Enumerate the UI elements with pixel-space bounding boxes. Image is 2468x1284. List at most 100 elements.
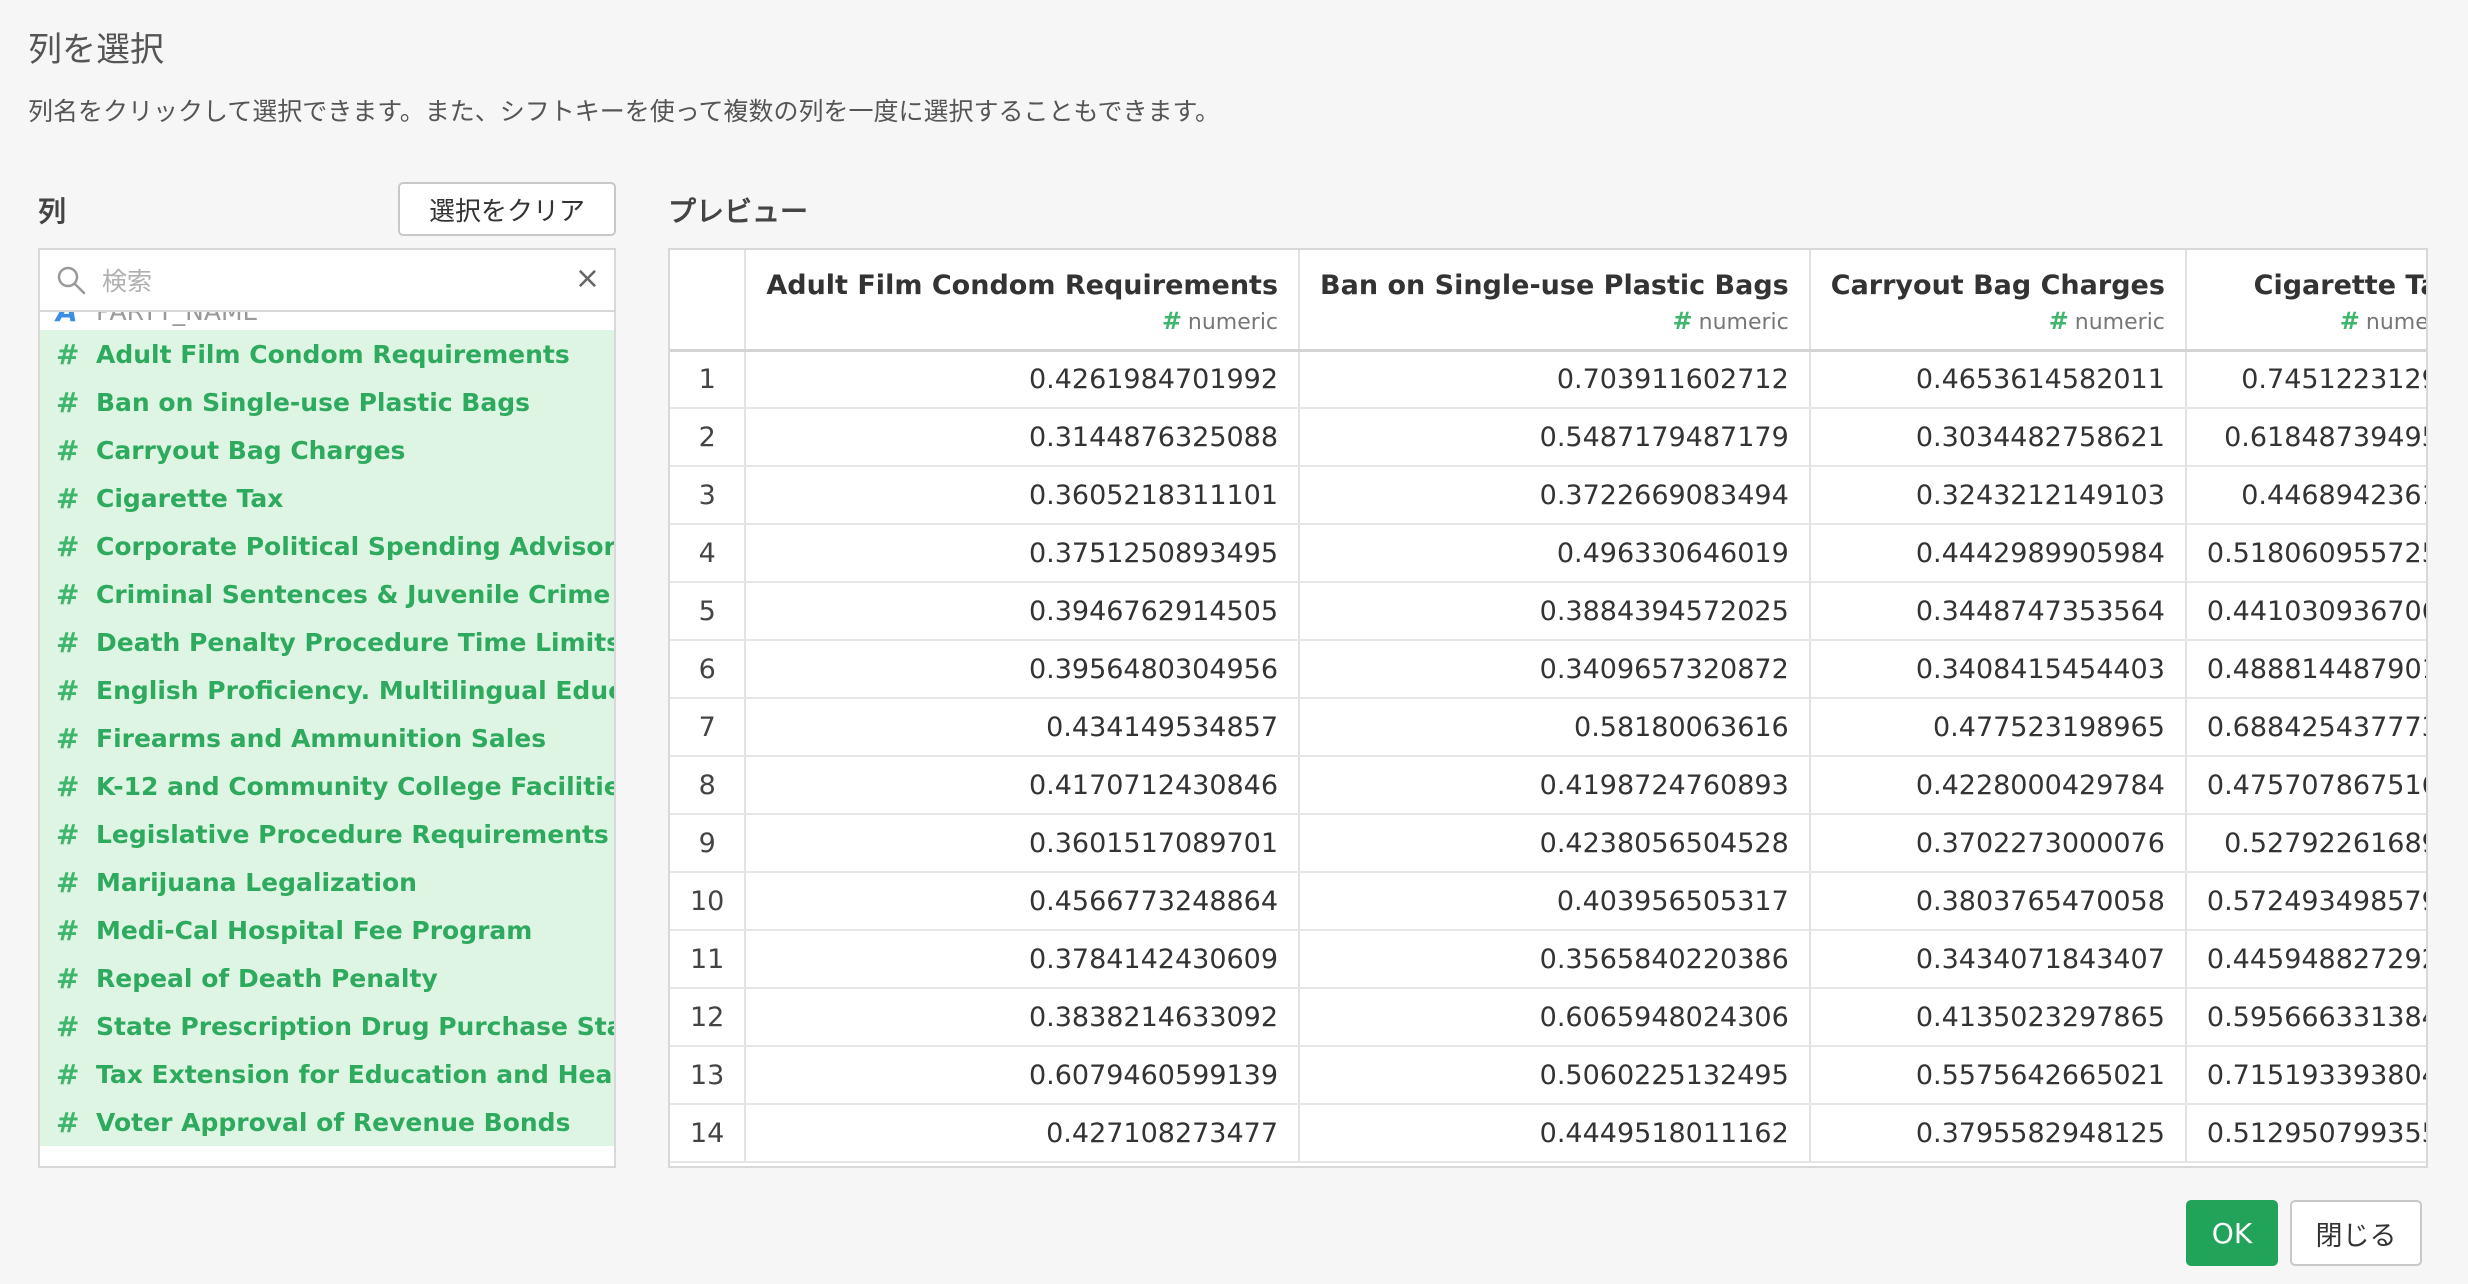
row-index-cell: 14 (670, 1104, 747, 1163)
table-cell: 0.4459488272921 (2185, 930, 2426, 989)
table-cell: 0.5956663313841 (2185, 988, 2426, 1047)
numeric-type-icon: # (56, 481, 80, 515)
table-cell: 0.5575642665021 (1809, 1046, 2187, 1105)
column-item-party-name[interactable]: A PARTY_NAME (40, 312, 614, 330)
column-item-label: Adult Film Condom Requirements (96, 339, 570, 369)
table-cell: 0.3409657320872 (1299, 640, 1811, 699)
table-cell: 0.7151933938046 (2185, 1046, 2426, 1105)
table-cell: 0.3408415454403 (1809, 640, 2187, 699)
table-cell: 0.4888144879014 (2185, 640, 2426, 699)
clear-search-icon[interactable]: × (575, 262, 600, 296)
column-item[interactable]: # K-12 and Community College Facilities (40, 762, 614, 810)
table-cell: 0.3884394572025 (1299, 582, 1811, 641)
clear-selection-button[interactable]: 選択をクリア (398, 182, 616, 236)
dialog-subtitle: 列名をクリックして選択できます。また、シフトキーを使って複数の列を一度に選択する… (28, 97, 1221, 126)
column-item[interactable]: # Tax Extension for Education and Healthc… (40, 1050, 614, 1098)
column-item-label: Ban on Single-use Plastic Bags (96, 387, 530, 417)
column-list-panel: × A PARTY_NAME # Adult Film Condom Requir… (38, 248, 616, 1168)
column-item[interactable]: # Firearms and Ammunition Sales (40, 714, 614, 762)
string-type-icon: A (56, 312, 96, 328)
column-item-label: Marijuana Legalization (96, 867, 417, 897)
numeric-type-icon: # (1672, 307, 1693, 335)
column-item[interactable]: # Repeal of Death Penalty (40, 954, 614, 1002)
row-index-cell: 3 (670, 466, 747, 525)
table-cell: 0.4228000429784 (1809, 756, 2187, 815)
table-cell: 0.618487394958 (2185, 408, 2426, 467)
columns-label: 列 (38, 195, 67, 228)
table-cell: 0.3946762914505 (745, 582, 1301, 641)
numeric-type-icon: # (56, 433, 80, 467)
column-item[interactable]: # Carryout Bag Charges (40, 426, 614, 474)
table-cell: 0.5724934985793 (2185, 872, 2426, 931)
table-cell: 0.4135023297865 (1809, 988, 2187, 1047)
table-cell: 0.4238056504528 (1299, 814, 1811, 873)
table-row: 11 0.3784142430609 0.3565840220386 0.343407… (670, 930, 2426, 989)
table-header-row: Adult Film Condom Requirements # numeric Ba… (670, 250, 2428, 352)
search-row: × (40, 250, 614, 312)
numeric-type-icon: # (56, 337, 80, 371)
search-icon (57, 266, 86, 295)
column-item[interactable]: # Corporate Political Spending Advisory Q… (40, 522, 614, 570)
column-item[interactable]: # Adult Film Condom Requirements (40, 330, 614, 378)
column-item[interactable]: # Voter Approval of Revenue Bonds (40, 1098, 614, 1146)
table-cell: 0.3601517089701 (745, 814, 1301, 873)
column-header[interactable]: Adult Film Condom Requirements # numeric (745, 250, 1301, 352)
row-index-cell: 11 (670, 930, 747, 989)
numeric-type-icon: # (1161, 307, 1182, 335)
table-cell: 0.3144876325088 (745, 408, 1301, 467)
table-row: 7 0.434149534857 0.58180063616 0.4775231989… (670, 698, 2426, 757)
table-cell: 0.3702273000076 (1809, 814, 2187, 873)
column-item-label: PARTY_NAME (96, 312, 258, 326)
numeric-type-icon: # (56, 913, 80, 947)
numeric-type-icon: # (56, 721, 80, 755)
column-item-label: State Prescription Drug Purchase Standar (96, 1011, 614, 1041)
row-index-cell: 13 (670, 1046, 747, 1105)
search-input[interactable] (100, 258, 564, 304)
row-index-cell: 6 (670, 640, 747, 699)
row-index-cell: 2 (670, 408, 747, 467)
table-row: 1 0.4261984701992 0.703911602712 0.46536145… (670, 350, 2426, 409)
numeric-type-icon: # (56, 673, 80, 707)
numeric-type-icon: # (56, 1057, 80, 1091)
column-item-label: Firearms and Ammunition Sales (96, 723, 547, 753)
column-item[interactable]: # Marijuana Legalization (40, 858, 614, 906)
table-cell: 0.5060225132495 (1299, 1046, 1811, 1105)
table-row: 14 0.427108273477 0.4449518011162 0.3795582… (670, 1104, 2426, 1163)
table-cell: 0.3803765470058 (1809, 872, 2187, 931)
numeric-type-icon: # (56, 1009, 80, 1043)
column-item[interactable]: # Ban on Single-use Plastic Bags (40, 378, 614, 426)
column-header[interactable]: Ban on Single-use Plastic Bags # numeric (1299, 250, 1811, 352)
column-item-label: Voter Approval of Revenue Bonds (96, 1107, 571, 1137)
table-cell: 0.6065948024306 (1299, 988, 1811, 1047)
column-item[interactable]: # Cigarette Tax (40, 474, 614, 522)
column-item-label: Medi-Cal Hospital Fee Program (96, 915, 533, 945)
column-item[interactable]: # Medi-Cal Hospital Fee Program (40, 906, 614, 954)
table-cell: 0.58180063616 (1299, 698, 1811, 757)
table-cell: 0.6884254377737 (2185, 698, 2426, 757)
table-cell: 0.4198724760893 (1299, 756, 1811, 815)
table-cell: 0.5129507993556 (2185, 1104, 2426, 1163)
dialog-title: 列を選択 (28, 30, 164, 70)
column-header[interactable]: Cigarette Tax #numeric (2185, 250, 2428, 352)
column-header[interactable]: Carryout Bag Charges # numeric (1809, 250, 2187, 352)
column-item[interactable]: # Legislative Procedure Requirements (40, 810, 614, 858)
table-cell: 0.4449518011162 (1299, 1104, 1811, 1163)
column-type-label: #numeric (766, 307, 1278, 335)
column-item[interactable]: # Criminal Sentences & Juvenile Crime Pro… (40, 570, 614, 618)
column-type-label: #numeric (1831, 307, 2165, 335)
ok-button[interactable]: OK (2186, 1200, 2278, 1266)
column-item-label: Repeal of Death Penalty (96, 963, 438, 993)
column-type-text: numeric (2365, 310, 2428, 335)
column-item[interactable]: # State Prescription Drug Purchase Standa… (40, 1002, 614, 1050)
numeric-type-icon: # (56, 961, 80, 995)
row-index-cell: 8 (670, 756, 747, 815)
table-cell: 0.4653614582011 (1809, 350, 2187, 409)
column-item[interactable]: # English Proficiency. Multilingual Educa… (40, 666, 614, 714)
table-row: 2 0.3144876325088 0.5487179487179 0.3034482… (670, 408, 2426, 467)
table-cell: 0.3434071843407 (1809, 930, 2187, 989)
column-item[interactable]: # Death Penalty Procedure Time Limits (40, 618, 614, 666)
close-button[interactable]: 閉じる (2290, 1200, 2422, 1266)
numeric-type-icon: # (56, 529, 80, 563)
numeric-type-icon: # (56, 865, 80, 899)
table-row: 3 0.3605218311101 0.3722669083494 0.3243212… (670, 466, 2426, 525)
